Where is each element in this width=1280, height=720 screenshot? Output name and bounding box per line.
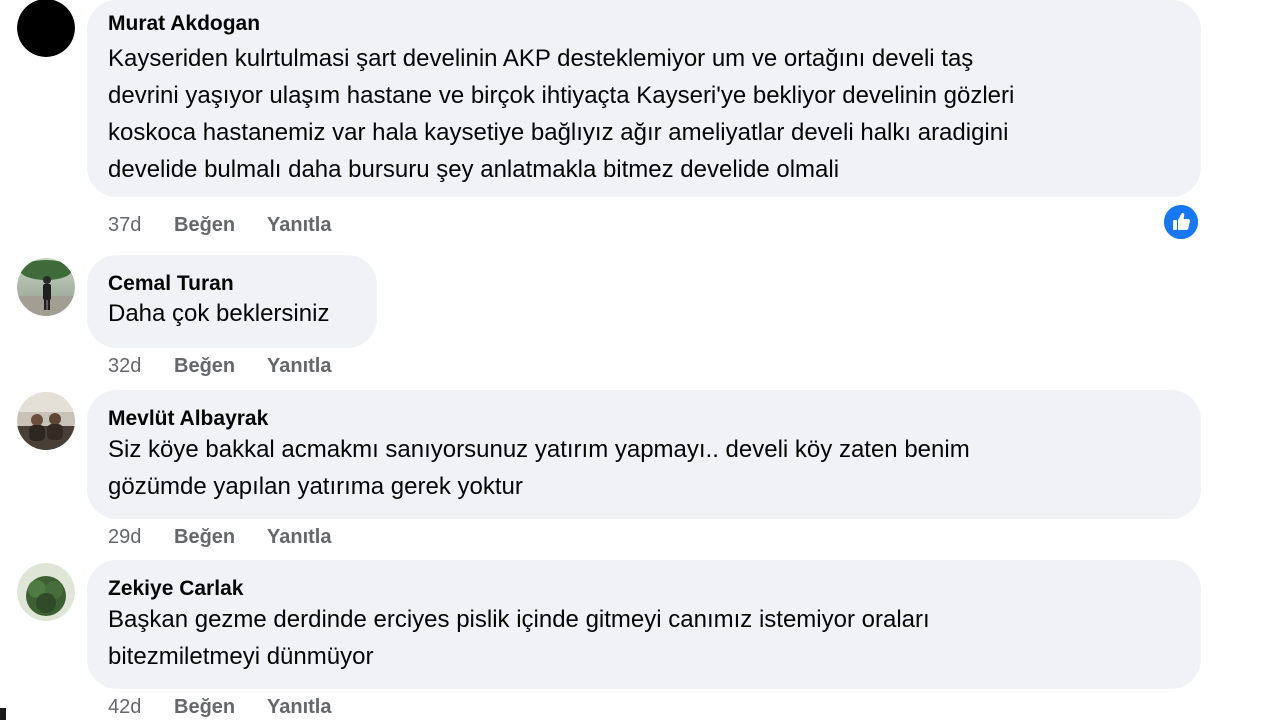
reply-button[interactable]: Yanıtla: [267, 213, 331, 237]
comment-actions: 32d Beğen Yanıtla: [108, 354, 331, 378]
comment-author[interactable]: Cemal Turan: [108, 255, 356, 297]
comment-bubble: Murat Akdogan Kayseriden kulrtulmasi şar…: [87, 0, 1201, 197]
avatar[interactable]: [17, 258, 75, 316]
comment-text-line: Kayseriden kulrtulmasi şart develinin AK…: [108, 45, 974, 72]
comment-text: Siz köye bakkal acmakmı sanıyorsunuz yat…: [108, 431, 1180, 505]
reply-button[interactable]: Yanıtla: [267, 525, 331, 549]
comment-author[interactable]: Mevlüt Albayrak: [108, 390, 1180, 432]
comment-text-line: Siz köye bakkal acmakmı sanıyorsunuz yat…: [108, 436, 970, 463]
comment-text: Kayseriden kulrtulmasi şart develinin AK…: [108, 40, 1180, 188]
like-reaction-icon[interactable]: [1164, 205, 1198, 239]
comment-bubble: Mevlüt Albayrak Siz köye bakkal acmakmı …: [87, 390, 1201, 519]
comment-text-line: Daha çok beklersiniz: [108, 300, 330, 327]
like-button[interactable]: Beğen: [174, 213, 267, 237]
comment-bubble: Cemal Turan Daha çok beklersiniz: [87, 255, 377, 348]
comment-bubble: Zekiye Carlak Başkan gezme derdinde erci…: [87, 560, 1201, 689]
comment-author[interactable]: Murat Akdogan: [108, 0, 1180, 37]
comment-timestamp[interactable]: 29d: [108, 525, 174, 549]
comment-text-line: devrini yaşıyor ulaşım hastane ve birçok…: [108, 82, 1015, 109]
comment-text-line: bitezmiletmeyi dünmüyor: [108, 643, 374, 670]
comment-text-line: develide bulmalı daha bursuru şey anlatm…: [108, 156, 840, 183]
avatar[interactable]: [17, 392, 75, 450]
avatar[interactable]: [17, 0, 75, 57]
avatar[interactable]: [17, 563, 75, 621]
like-button[interactable]: Beğen: [174, 525, 267, 549]
comment-text-line: gözümde yapılan yatırıma gerek yoktur: [108, 473, 523, 500]
comment-text-line: Başkan gezme derdinde erciyes pislik içi…: [108, 606, 930, 633]
comment-text: Başkan gezme derdinde erciyes pislik içi…: [108, 601, 1180, 675]
like-button[interactable]: Beğen: [174, 695, 267, 719]
reply-button[interactable]: Yanıtla: [267, 695, 331, 719]
comment-actions: 37d Beğen Yanıtla: [108, 213, 331, 237]
comment-text-line: koskoca hastanemiz var hala kaysetiye ba…: [108, 119, 1009, 146]
comment-timestamp[interactable]: 32d: [108, 354, 174, 378]
comment-actions: 42d Beğen Yanıtla: [108, 695, 331, 719]
comment-text: Daha çok beklersiniz: [108, 295, 356, 332]
comment-actions: 29d Beğen Yanıtla: [108, 525, 331, 549]
like-button[interactable]: Beğen: [174, 354, 267, 378]
corner-artifact: [0, 708, 6, 720]
comment-timestamp[interactable]: 42d: [108, 695, 174, 719]
reply-button[interactable]: Yanıtla: [267, 354, 331, 378]
comment-timestamp[interactable]: 37d: [108, 213, 174, 237]
comment-author[interactable]: Zekiye Carlak: [108, 560, 1180, 602]
